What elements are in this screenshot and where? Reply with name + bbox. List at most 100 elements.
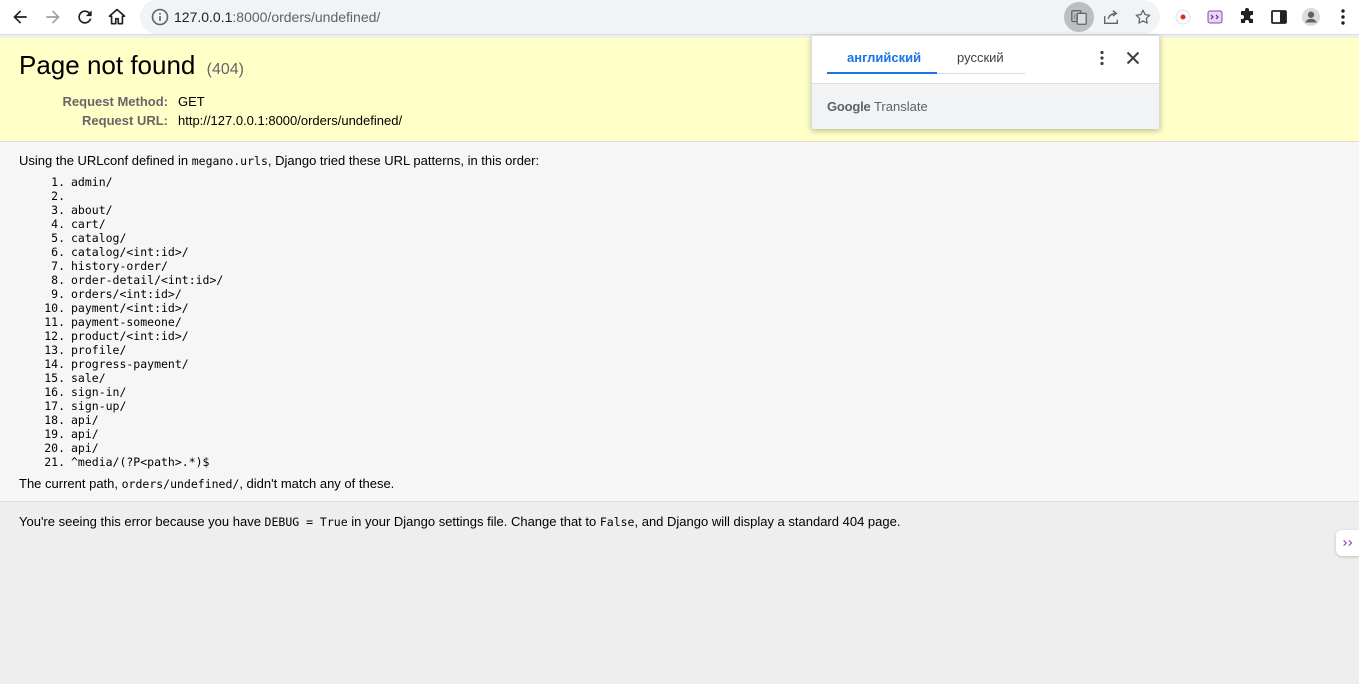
outro-text-after: , didn't match any of these. [239, 476, 395, 491]
pattern-number: 2. [51, 189, 65, 203]
pattern-number: 20. [44, 441, 65, 455]
url-pattern-item: 11. payment-someone/ [38, 315, 223, 329]
side-panel-icon[interactable] [1266, 4, 1292, 30]
pattern-text: api/ [71, 427, 99, 441]
pattern-number: 3. [51, 203, 65, 217]
reload-icon[interactable] [72, 4, 98, 30]
request-url-label: Request URL: [82, 113, 168, 128]
pattern-number: 1. [51, 175, 65, 189]
explanation-before: You're seeing this error because you hav… [19, 514, 265, 529]
extension-puzzle-icon[interactable] [1234, 4, 1260, 30]
url-host: 127.0.0.1 [174, 9, 233, 25]
translate-label: Translate [873, 99, 928, 114]
pattern-number: 13. [44, 343, 65, 357]
svg-text:G: G [1074, 14, 1079, 21]
url-pattern-item: 20. api/ [38, 441, 223, 455]
error-title: Page not found [19, 50, 196, 80]
tab-target-language[interactable]: русский [957, 50, 1004, 74]
explanation-after: , and Django will display a standard 404… [634, 514, 901, 529]
back-icon[interactable] [7, 4, 33, 30]
pattern-text: sign-in/ [71, 385, 127, 399]
tab-source-language[interactable]: английский [847, 50, 921, 74]
current-path: orders/undefined/ [121, 477, 240, 491]
outro-text-before: The current path, [19, 476, 122, 491]
site-info-icon[interactable] [150, 7, 170, 27]
url-pattern-item: 1. admin/ [38, 175, 223, 189]
pattern-text: history-order/ [71, 259, 168, 273]
pattern-text: orders/<int:id>/ [71, 287, 182, 301]
pattern-text: ^media/(?P<path>.*)$ [71, 455, 210, 469]
pattern-text: payment/<int:id>/ [71, 301, 189, 315]
debug-setting: DEBUG = True [264, 515, 348, 529]
address-bar[interactable]: 127.0.0.1:8000/orders/undefined/ G [140, 0, 1160, 34]
pattern-number: 5. [51, 231, 65, 245]
pattern-number: 9. [51, 287, 65, 301]
url-pattern-list: 1. admin/2. 3. about/4. cart/5. catalog/6. cat… [38, 175, 223, 469]
url-path: :8000/orders/undefined/ [232, 9, 381, 25]
bookmark-star-icon[interactable] [1128, 2, 1158, 32]
google-logo-text: Google [827, 99, 871, 114]
translate-popup: английский русский Google Translate [811, 35, 1160, 129]
false-value: False [599, 515, 635, 529]
pattern-number: 16. [44, 385, 65, 399]
pattern-text: cart/ [71, 217, 106, 231]
intro-text-before: Using the URLconf defined in [19, 153, 192, 168]
url-pattern-item: 17. sign-up/ [38, 399, 223, 413]
explanation-middle: in your Django settings file. Change tha… [347, 514, 600, 529]
extension-app-icon[interactable] [1202, 4, 1228, 30]
pattern-number: 17. [44, 399, 65, 413]
home-icon[interactable] [104, 4, 130, 30]
path-mismatch-note: The current path, orders/undefined/, did… [19, 476, 394, 491]
request-method-value: GET [178, 94, 205, 109]
url-pattern-item: 8. order-detail/<int:id>/ [38, 273, 223, 287]
pattern-number: 21. [44, 455, 65, 469]
menu-icon[interactable] [1330, 4, 1356, 30]
browser-toolbar: 127.0.0.1:8000/orders/undefined/ G [0, 0, 1359, 35]
url-text[interactable]: 127.0.0.1:8000/orders/undefined/ [174, 9, 380, 25]
urlconf-intro: Using the URLconf defined in megano.urls… [19, 153, 539, 168]
url-pattern-item: 7. history-order/ [38, 259, 223, 273]
request-method-label: Request Method: [62, 94, 168, 109]
pattern-number: 12. [44, 329, 65, 343]
url-pattern-item: 18. api/ [38, 413, 223, 427]
close-icon[interactable] [1123, 48, 1143, 68]
pattern-text: about/ [71, 203, 113, 217]
translate-footer: Google Translate [812, 83, 1159, 129]
extension-record-icon[interactable] [1170, 4, 1196, 30]
profile-icon[interactable] [1298, 4, 1324, 30]
url-pattern-item: 4. cart/ [38, 217, 223, 231]
explanation-text: You're seeing this error because you hav… [19, 514, 900, 529]
active-tab-indicator [827, 72, 937, 74]
pattern-text: api/ [71, 413, 99, 427]
request-method-row: Request Method: GET [0, 93, 402, 112]
url-pattern-item: 12. product/<int:id>/ [38, 329, 223, 343]
forward-icon[interactable] [40, 4, 66, 30]
more-options-icon[interactable] [1092, 48, 1112, 68]
pattern-number: 19. [44, 427, 65, 441]
url-pattern-item: 5. catalog/ [38, 231, 223, 245]
pattern-number: 18. [44, 413, 65, 427]
translate-icon[interactable]: G [1064, 2, 1094, 32]
intro-text-after: , Django tried these URL patterns, in th… [267, 153, 540, 168]
extension-side-tab[interactable] [1336, 530, 1359, 556]
share-icon[interactable] [1096, 2, 1126, 32]
pattern-text: product/<int:id>/ [71, 329, 189, 343]
url-patterns-section: Using the URLconf defined in megano.urls… [0, 142, 1359, 502]
pattern-number: 11. [44, 315, 65, 329]
extension-side-icon [1342, 539, 1352, 547]
request-meta-table: Request Method: GET Request URL: http://… [0, 93, 403, 131]
debug-explanation: You're seeing this error because you hav… [0, 503, 1359, 684]
pattern-number: 8. [51, 273, 65, 287]
pattern-text: progress-payment/ [71, 357, 189, 371]
url-pattern-item: 19. api/ [38, 427, 223, 441]
google-translate-brand: Google Translate [827, 99, 928, 114]
url-pattern-item: 16. sign-in/ [38, 385, 223, 399]
pattern-number: 7. [51, 259, 65, 273]
pattern-number: 6. [51, 245, 65, 259]
pattern-number: 15. [44, 371, 65, 385]
pattern-text: order-detail/<int:id>/ [71, 273, 224, 287]
url-pattern-item: 10. payment/<int:id>/ [38, 301, 223, 315]
tab-divider [937, 73, 1025, 74]
urlconf-name: megano.urls [191, 154, 268, 168]
pattern-text: catalog/ [71, 231, 127, 245]
